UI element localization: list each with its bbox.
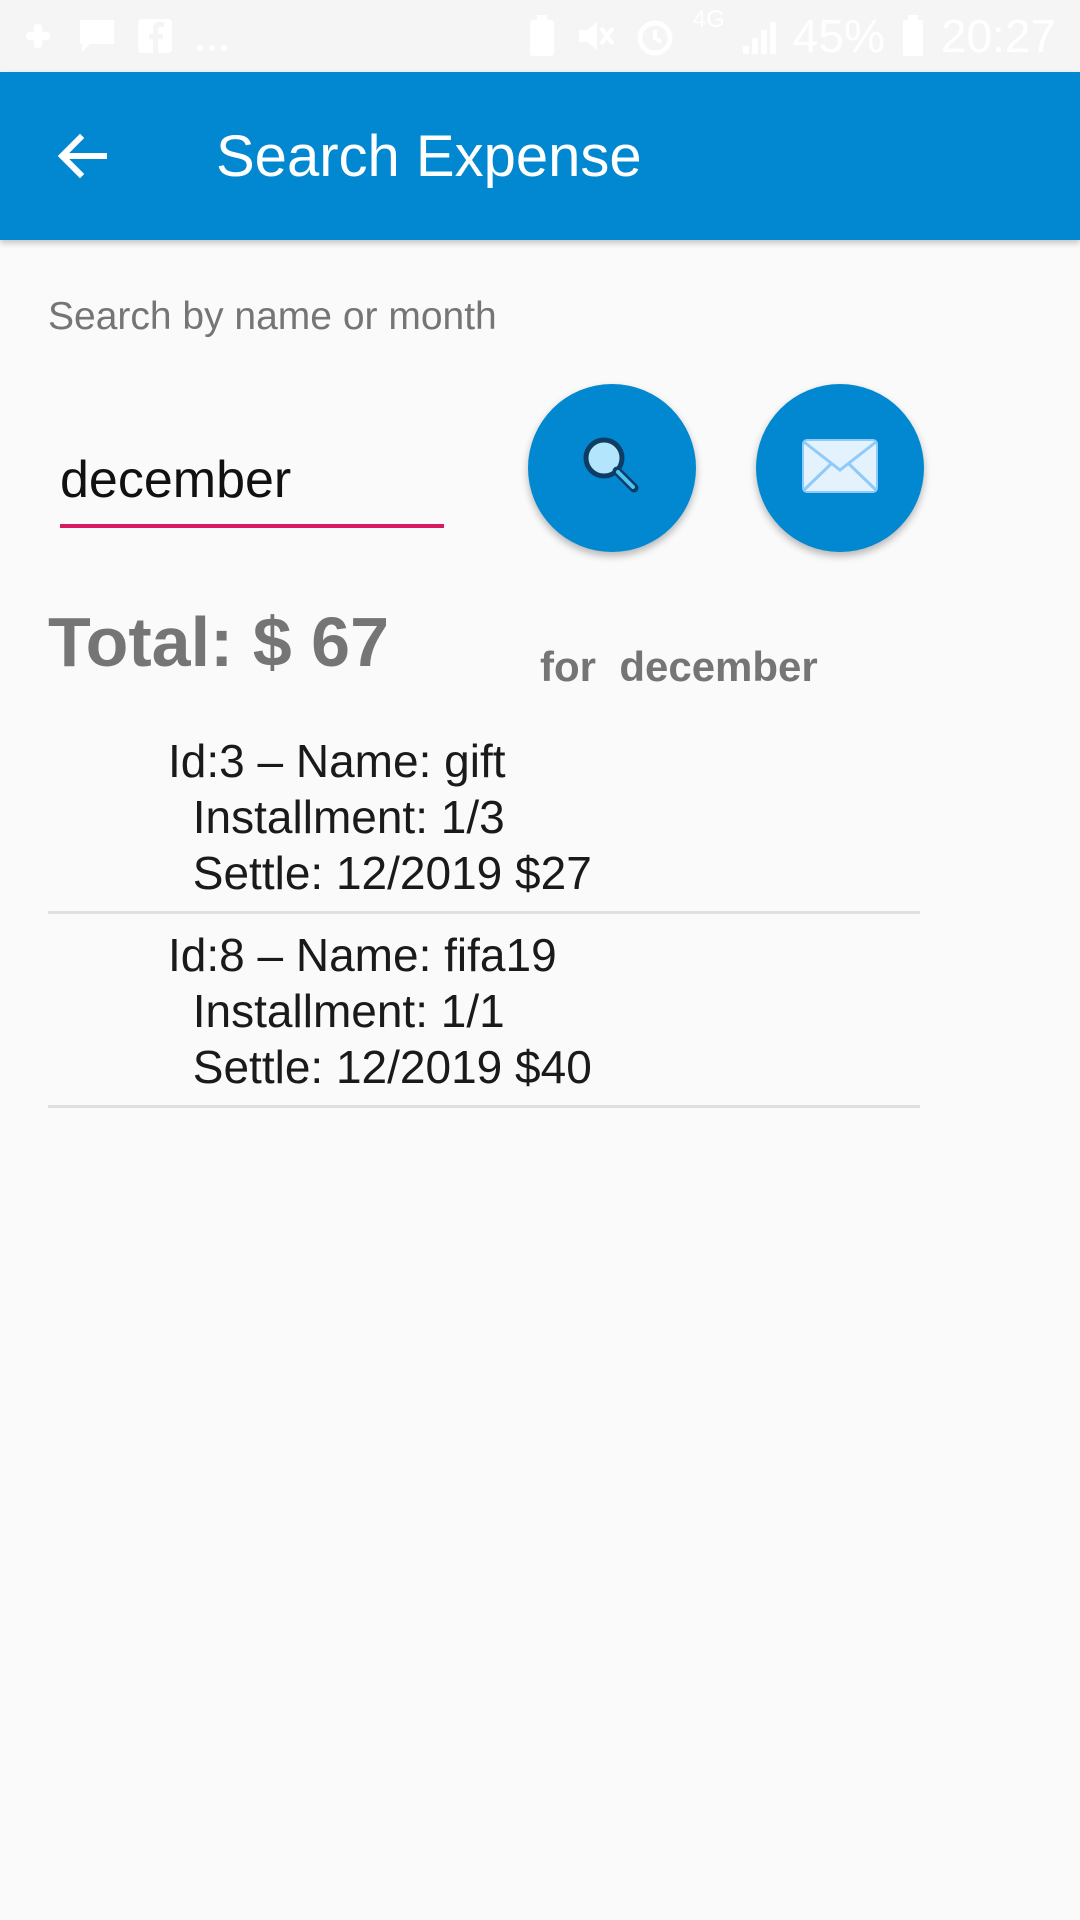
status-bar: 4G 45% 20:27 [0,0,1080,72]
network-label: 4G [692,6,725,33]
search-field [60,442,444,528]
email-button[interactable] [756,384,924,552]
facebook-icon [136,17,174,55]
more-dots-icon [192,16,232,56]
message-icon [76,16,118,56]
item-installment: Installment: 1/1 [180,985,505,1037]
search-input[interactable] [60,442,444,518]
item-title: Id:8 – Name: fifa19 [168,929,557,981]
status-left [18,10,232,62]
signal-icon [741,16,777,56]
arrow-left-icon [54,128,110,189]
list-item[interactable]: Id:3 – Name: gift Installment: 1/3 Settl… [48,726,920,914]
app-bar: Search Expense [0,72,1080,240]
slack-icon [18,16,58,56]
search-button[interactable] [528,384,696,552]
mute-icon [573,14,617,58]
item-settle: Settle: 12/2019 $40 [180,1041,592,1093]
magnifier-icon [572,426,652,511]
item-installment: Installment: 1/3 [180,791,505,843]
back-button[interactable] [40,116,124,200]
total-amount: Total: $ 67 [48,603,390,681]
status-right: 4G 45% 20:27 [527,8,1056,64]
battery-icon [901,14,925,58]
item-settle: Settle: 12/2019 $27 [180,847,592,899]
page-title: Search Expense [216,124,642,189]
battery-percent: 45% [792,10,885,62]
status-time: 20:27 [940,10,1056,62]
for-month-label: for december [540,643,818,690]
result-list: Id:3 – Name: gift Installment: 1/3 Settl… [48,726,920,1108]
battery-saver-icon [527,14,557,58]
item-title: Id:3 – Name: gift [168,735,506,787]
alarm-icon [633,14,677,58]
envelope-icon [801,438,879,499]
search-label: Search by name or month [48,295,497,338]
list-item[interactable]: Id:8 – Name: fifa19 Installment: 1/1 Set… [48,920,920,1108]
